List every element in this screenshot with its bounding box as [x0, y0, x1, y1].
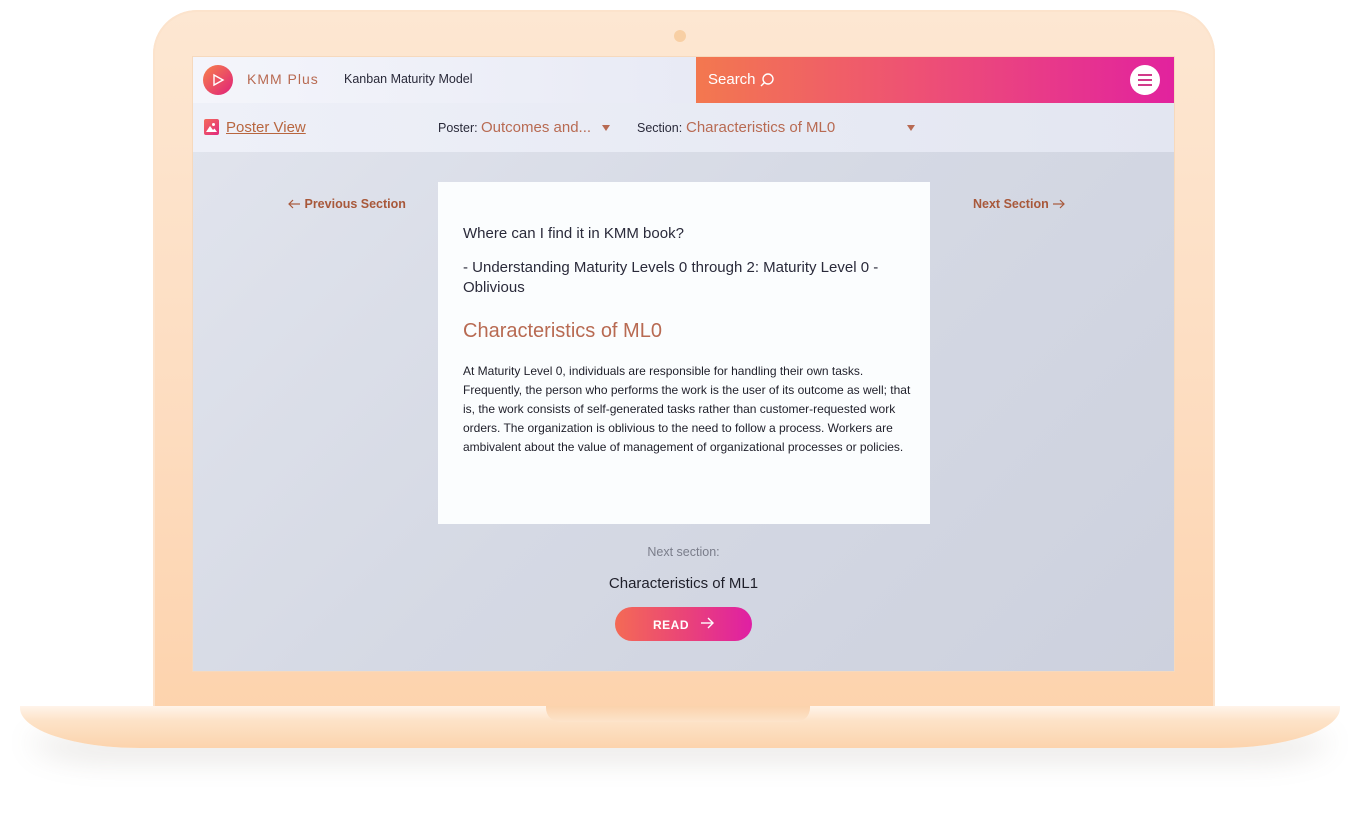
image-icon	[204, 119, 219, 135]
section-title: Characteristics of ML0	[463, 320, 662, 342]
arrow-right-icon	[1053, 199, 1066, 209]
play-logo-icon[interactable]	[203, 65, 233, 95]
search-bar[interactable]: Search	[696, 57, 1174, 103]
search-icon	[760, 73, 774, 87]
poster-label: Poster:	[438, 121, 478, 135]
poster-view-link[interactable]: Poster View	[226, 119, 306, 136]
hamburger-menu-icon[interactable]	[1130, 65, 1160, 95]
previous-section-link[interactable]: Previous Section	[288, 197, 406, 211]
next-section-label: Next Section	[973, 197, 1049, 211]
top-bar: KMM Plus Kanban Maturity Model Search	[193, 57, 1174, 103]
app-subtitle: Kanban Maturity Model	[344, 72, 473, 86]
laptop-notch	[546, 706, 810, 722]
read-button[interactable]: READ	[615, 607, 752, 641]
read-button-label: READ	[653, 618, 690, 632]
previous-section-label: Previous Section	[304, 197, 406, 211]
book-reference: - Understanding Maturity Levels 0 throug…	[463, 259, 879, 296]
laptop-camera	[674, 30, 686, 42]
caret-down-icon[interactable]	[907, 125, 915, 131]
section-label: Section:	[637, 121, 683, 135]
content-card: Where can I find it in KMM book? - Under…	[438, 182, 930, 524]
next-section-caption: Next section:	[647, 545, 720, 559]
arrow-left-icon	[288, 199, 300, 209]
next-section-link[interactable]: Next Section	[973, 197, 1066, 211]
section-body: At Maturity Level 0, individuals are res…	[463, 364, 911, 454]
book-question: Where can I find it in KMM book?	[463, 225, 684, 242]
caret-down-icon[interactable]	[602, 125, 610, 131]
section-toolbar	[193, 103, 1174, 152]
brand-name[interactable]: KMM Plus	[247, 71, 319, 87]
poster-select[interactable]: Outcomes and...	[481, 119, 591, 136]
next-section-title: Characteristics of ML1	[608, 575, 759, 592]
arrow-right-icon	[701, 617, 714, 629]
section-select[interactable]: Characteristics of ML0	[686, 119, 835, 136]
app-screen: KMM Plus Kanban Maturity Model Search Po…	[193, 57, 1174, 671]
search-label: Search	[708, 71, 756, 88]
brand-area: KMM Plus Kanban Maturity Model	[193, 57, 696, 103]
